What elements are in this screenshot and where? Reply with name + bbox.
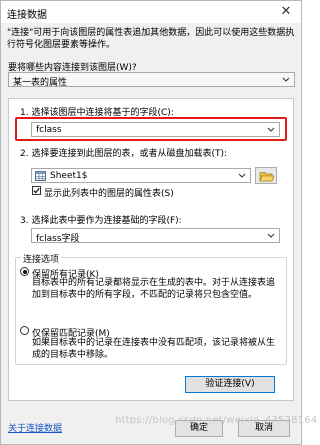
about-joining-data-link[interactable]: 关于连接数据	[8, 421, 62, 434]
keep-all-records-description: 目标表中的所有记录都将显示在生成的表中。对于从连接表追加到目标表中的所有字段，不…	[32, 278, 276, 300]
what-to-join-value: 某一表的属性	[13, 78, 68, 88]
join-field-dropdown[interactable]: fclass字段	[31, 228, 280, 244]
chevron-down-icon	[267, 127, 275, 132]
join-field-value: fclass字段	[36, 234, 80, 244]
join-data-dialog: 连接数据 ✕ "连接"可用于向该图层的属性表追加其他数据，因此可以使用这些数据执…	[0, 0, 317, 445]
close-icon[interactable]: ✕	[277, 3, 295, 21]
chevron-down-icon	[238, 173, 246, 178]
chevron-down-icon	[267, 233, 275, 238]
validate-join-button[interactable]: 验证连接(V)	[185, 376, 275, 393]
show-attribute-tables-checkbox[interactable]	[32, 186, 41, 195]
dialog-description: "连接"可用于向该图层的属性表追加其他数据，因此可以使用这些数据执行符号化图层要…	[7, 28, 295, 50]
step3-label: 3. 选择此表中要作为连接基础的字段(F):	[20, 216, 182, 226]
join-table-value: Sheet1$	[50, 171, 88, 181]
layer-field-dropdown[interactable]: fclass	[31, 122, 280, 137]
cancel-button[interactable]: 取消	[238, 420, 290, 437]
what-to-join-dropdown[interactable]: 某一表的属性	[8, 72, 295, 88]
keep-all-records-radio[interactable]	[20, 267, 29, 276]
join-table-dropdown[interactable]: Sheet1$	[31, 168, 251, 183]
dialog-title: 连接数据	[7, 10, 47, 21]
table-icon	[35, 171, 46, 181]
layer-field-value: fclass	[36, 125, 62, 135]
ok-button[interactable]: 确定	[175, 420, 223, 437]
keep-matching-records-description: 如果目标表中的记录在连接表中没有匹配项，该记录将被从生成的目标表中移除。	[32, 338, 276, 360]
radio-selected-dot	[22, 269, 27, 274]
step2-label: 2. 选择要连接到此图层的表，或者从磁盘加载表(T):	[20, 149, 228, 159]
checkmark-icon	[33, 187, 40, 194]
join-options-title: 连接选项	[21, 252, 62, 265]
folder-icon	[259, 172, 274, 182]
chevron-down-icon	[282, 77, 290, 82]
browse-folder-button[interactable]	[255, 167, 277, 184]
title-bar: 连接数据 ✕	[1, 1, 301, 23]
show-attribute-tables-label: 显示此列表中的图层的属性表(S)	[44, 189, 174, 199]
keep-matching-records-radio[interactable]	[20, 326, 29, 335]
